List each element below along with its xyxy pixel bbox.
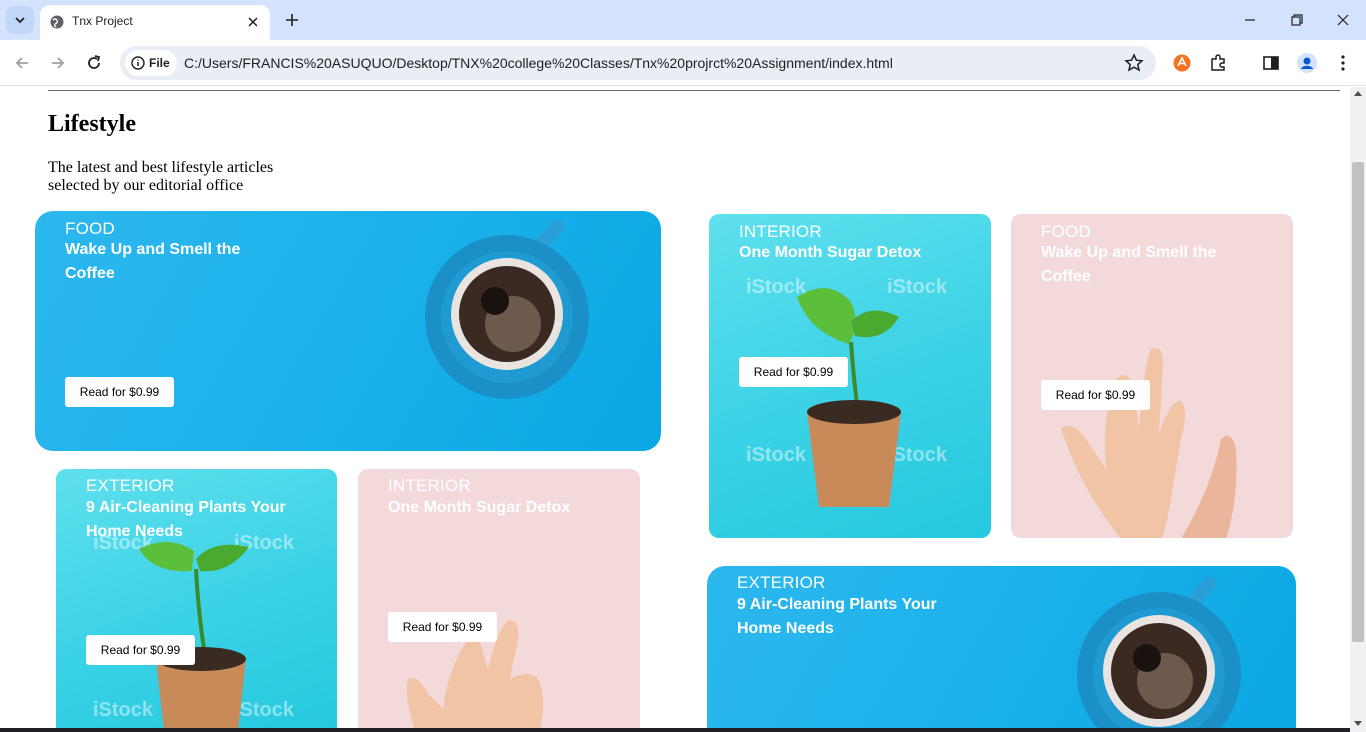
restore-icon[interactable]: [1285, 8, 1309, 32]
read-button[interactable]: Read for $0.99: [739, 357, 848, 387]
tab-search-button[interactable]: [6, 6, 34, 34]
profile-avatar-icon[interactable]: [1296, 52, 1318, 74]
back-arrow-icon[interactable]: [10, 51, 34, 75]
scroll-down-arrow-icon[interactable]: [1354, 721, 1362, 726]
coffee-cup-image: [425, 220, 589, 399]
page-subtitle: The latest and best lifestyle articles s…: [48, 159, 274, 194]
forward-arrow-icon[interactable]: [46, 51, 70, 75]
hands-image: [1061, 348, 1237, 538]
coffee-cup-image: [1077, 577, 1241, 732]
potted-plant-image: [139, 541, 249, 732]
browser-tab[interactable]: Tnx Project: [40, 5, 270, 40]
divider: [48, 90, 1340, 91]
card-category: FOOD: [1041, 222, 1091, 241]
card-title: Wake Up and Smell the Coffee: [1041, 244, 1217, 285]
card-title: One Month Sugar Detox: [388, 499, 571, 516]
bookmark-star-icon[interactable]: [1124, 53, 1144, 73]
card-category: FOOD: [65, 219, 115, 238]
read-button[interactable]: Read for $0.99: [86, 635, 195, 665]
card-title: 9 Air-Cleaning Plants Your Home Needs: [86, 499, 286, 540]
address-bar[interactable]: File C:/Users/FRANCIS%20ASUQUO/Desktop/T…: [120, 46, 1156, 80]
site-info-chip[interactable]: File: [125, 50, 177, 76]
extension-avast-icon[interactable]: [1171, 52, 1193, 74]
card-category: EXTERIOR: [737, 573, 826, 592]
side-panel-icon[interactable]: [1260, 52, 1282, 74]
read-button[interactable]: Read for $0.99: [65, 377, 174, 407]
card-category: INTERIOR: [739, 222, 822, 241]
article-card-exterior-large[interactable]: EXTERIOR 9 Air-Cleaning Plants Your Home…: [707, 566, 1296, 732]
chevron-down-icon: [15, 17, 25, 24]
minimize-icon[interactable]: [1238, 8, 1262, 32]
article-card-exterior-plant[interactable]: iStock iStock iStock iStock EXTERIOR 9 A…: [56, 469, 337, 732]
site-chip-label: File: [149, 56, 170, 70]
close-window-icon[interactable]: [1331, 8, 1355, 32]
card-category: EXTERIOR: [86, 476, 175, 495]
browser-toolbar: File C:/Users/FRANCIS%20ASUQUO/Desktop/T…: [0, 40, 1366, 86]
extensions-puzzle-icon[interactable]: [1207, 52, 1229, 74]
new-tab-icon[interactable]: [282, 10, 302, 30]
potted-plant-image: [797, 288, 901, 507]
card-title: One Month Sugar Detox: [739, 244, 922, 261]
browser-tabbar: Tnx Project: [0, 0, 1366, 40]
article-card-interior-plant[interactable]: iStock iStock iStock iStock INTERIOR One…: [709, 214, 991, 538]
url-text[interactable]: C:/Users/FRANCIS%20ASUQUO/Desktop/TNX%20…: [184, 55, 893, 71]
article-card-food-large[interactable]: FOOD Wake Up and Smell the Coffee Read f…: [35, 211, 661, 451]
read-button[interactable]: Read for $0.99: [388, 612, 497, 642]
read-button[interactable]: Read for $0.99: [1041, 380, 1150, 410]
kebab-menu-icon[interactable]: [1332, 52, 1354, 74]
page-heading: Lifestyle: [48, 111, 136, 137]
card-title: 9 Air-Cleaning Plants Your Home Needs: [737, 596, 937, 637]
close-tab-icon[interactable]: [244, 13, 262, 31]
info-icon: [131, 56, 145, 70]
card-title: Wake Up and Smell the Coffee: [65, 241, 241, 282]
globe-icon: [50, 15, 64, 29]
article-card-food-hands[interactable]: FOOD Wake Up and Smell the Coffee Read f…: [1011, 214, 1293, 538]
taskbar-edge: [0, 728, 1350, 732]
tab-title: Tnx Project: [72, 14, 133, 28]
reload-icon[interactable]: [82, 51, 106, 75]
card-category: INTERIOR: [388, 476, 471, 495]
scroll-thumb[interactable]: [1352, 162, 1364, 642]
vertical-scrollbar[interactable]: [1350, 87, 1366, 732]
page-viewport: Lifestyle The latest and best lifestyle …: [0, 87, 1350, 732]
article-card-interior-hands[interactable]: INTERIOR One Month Sugar Detox Read for …: [358, 469, 640, 732]
scroll-up-arrow-icon[interactable]: [1354, 91, 1362, 96]
